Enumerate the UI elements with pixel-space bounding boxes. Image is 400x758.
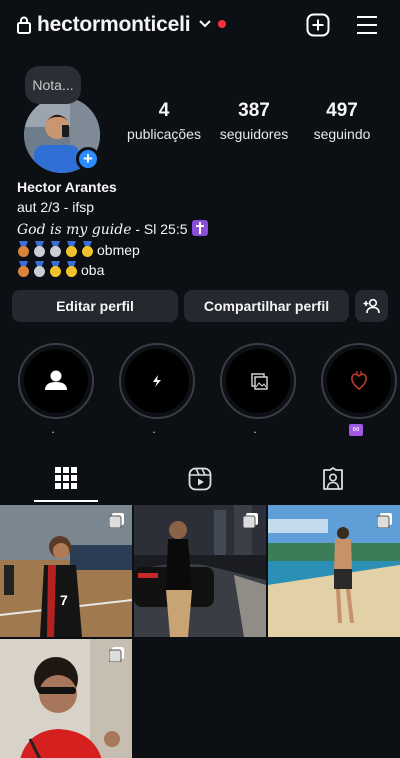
medals-text-1: obmep: [97, 241, 140, 258]
active-tab-indicator: [34, 500, 98, 502]
heart-icon: [351, 371, 367, 391]
bronze-medal-icon: [17, 241, 30, 258]
svg-text:7: 7: [60, 592, 68, 608]
gold-medal-icon: [65, 241, 78, 258]
notification-dot: [218, 20, 226, 28]
note-bubble[interactable]: Nota...: [25, 66, 81, 104]
discover-people-button[interactable]: [355, 290, 388, 322]
multiple-photos-icon: [243, 513, 258, 528]
silver-medal-icon: [49, 241, 62, 258]
profile-tabs: [0, 456, 400, 504]
edit-profile-button[interactable]: Editar perfil: [12, 290, 178, 322]
bronze-medal-icon: [17, 261, 30, 278]
add-story-icon[interactable]: +: [76, 147, 100, 171]
bio-medals-line-1: obmep: [17, 241, 140, 258]
post-thumbnail-3[interactable]: [268, 505, 400, 637]
stat-posts-value: 4: [158, 100, 170, 121]
bio-medals-line-2: oba: [17, 261, 104, 278]
bio-quote: God is my guide: [17, 222, 132, 238]
post-thumbnail-1[interactable]: 7: [0, 505, 132, 637]
bio-line-1: aut 2/3 - ifsp: [17, 199, 95, 215]
top-bar: hectormonticeli: [0, 0, 400, 52]
lock-icon: [17, 16, 31, 34]
new-post-icon[interactable]: [306, 13, 330, 37]
medals-text-2: oba: [81, 261, 105, 278]
highlight-4[interactable]: [321, 343, 397, 419]
stat-following-label: seguindo: [313, 126, 371, 142]
stat-followers-label: seguidores: [219, 126, 289, 142]
silver-medal-icon: [33, 261, 46, 278]
gold-medal-icon: [49, 261, 62, 278]
highlight-1[interactable]: [18, 343, 94, 419]
stat-followers[interactable]: 387 seguidores: [216, 100, 292, 142]
highlight-2[interactable]: [119, 343, 195, 419]
stat-following-value: 497: [326, 100, 358, 121]
bolt-icon: [153, 375, 161, 387]
tab-reels[interactable]: [133, 456, 266, 504]
account-username[interactable]: hectormonticeli: [37, 13, 191, 37]
stat-posts[interactable]: 4 publicações: [126, 100, 202, 142]
multiple-photos-icon: [109, 647, 124, 662]
add-person-icon: [363, 298, 380, 314]
reels-icon: [188, 467, 212, 491]
share-profile-button[interactable]: Compartilhar perfil: [184, 290, 349, 322]
gold-medal-icon: [65, 261, 78, 278]
multiple-photos-icon: [377, 513, 392, 528]
highlight-3[interactable]: [220, 343, 296, 419]
multiple-photos-icon: [109, 513, 124, 528]
tagged-icon: [323, 467, 343, 490]
silver-medal-icon: [33, 241, 46, 258]
stat-posts-label: publicações: [127, 126, 201, 142]
highlight-2-label: .: [152, 422, 156, 436]
gold-medal-icon: [81, 241, 94, 258]
tab-tagged[interactable]: [266, 456, 399, 504]
menu-icon[interactable]: [356, 14, 378, 36]
grid-icon: [55, 467, 77, 489]
profile-name: Hector Arantes: [17, 179, 117, 195]
post-thumbnail-4[interactable]: [0, 639, 132, 758]
bio-line-2: God is my guide - Sl 25:5: [17, 220, 208, 238]
cross-icon: [191, 220, 208, 236]
post-thumbnail-2[interactable]: [134, 505, 266, 637]
stat-followers-value: 387: [238, 100, 270, 121]
highlight-1-label: .: [51, 422, 55, 436]
chevron-down-icon[interactable]: [198, 19, 212, 29]
stat-following[interactable]: 497 seguindo: [305, 100, 379, 142]
person-icon: [45, 370, 67, 390]
photos-icon: [251, 373, 268, 390]
highlight-3-label: .: [253, 422, 257, 436]
highlight-4-label: ∞: [349, 424, 363, 436]
tab-grid[interactable]: [0, 456, 133, 504]
bio-verse: - Sl 25:5: [131, 221, 188, 237]
